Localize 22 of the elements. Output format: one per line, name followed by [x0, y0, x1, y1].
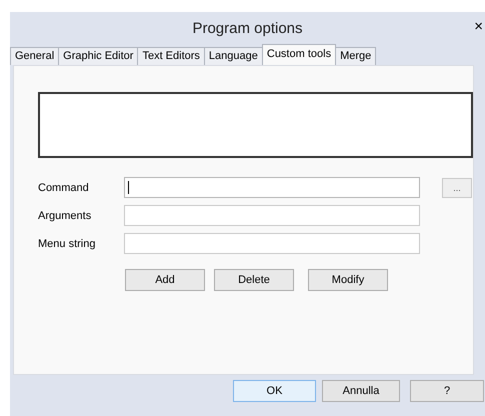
action-button[interactable]: Add — [125, 269, 205, 291]
field-label: Menu string — [38, 238, 96, 250]
input-field[interactable] — [124, 177, 420, 198]
tab[interactable]: Merge — [335, 47, 376, 65]
dialog-button[interactable]: OK — [233, 380, 316, 402]
close-button[interactable]: × — [474, 19, 483, 35]
tab[interactable]: Text Editors — [137, 47, 205, 65]
window-title: Program options — [192, 20, 303, 37]
action-button[interactable]: Modify — [308, 269, 388, 291]
input-field[interactable] — [124, 233, 420, 254]
tab[interactable]: Custom tools — [262, 44, 336, 65]
action-button[interactable]: Delete — [214, 269, 294, 291]
field-label: Arguments — [38, 210, 92, 222]
dialog-button[interactable]: ? — [410, 380, 484, 402]
tools-list[interactable] — [38, 92, 473, 158]
tab[interactable]: Graphic Editor — [58, 47, 138, 65]
tab[interactable]: General — [10, 47, 60, 65]
dialog-button[interactable]: Annulla — [322, 380, 400, 402]
browse-button[interactable]: ... — [442, 178, 472, 198]
field-label: Command — [38, 182, 90, 194]
tab[interactable]: Language — [204, 47, 263, 65]
input-field[interactable] — [124, 205, 420, 226]
